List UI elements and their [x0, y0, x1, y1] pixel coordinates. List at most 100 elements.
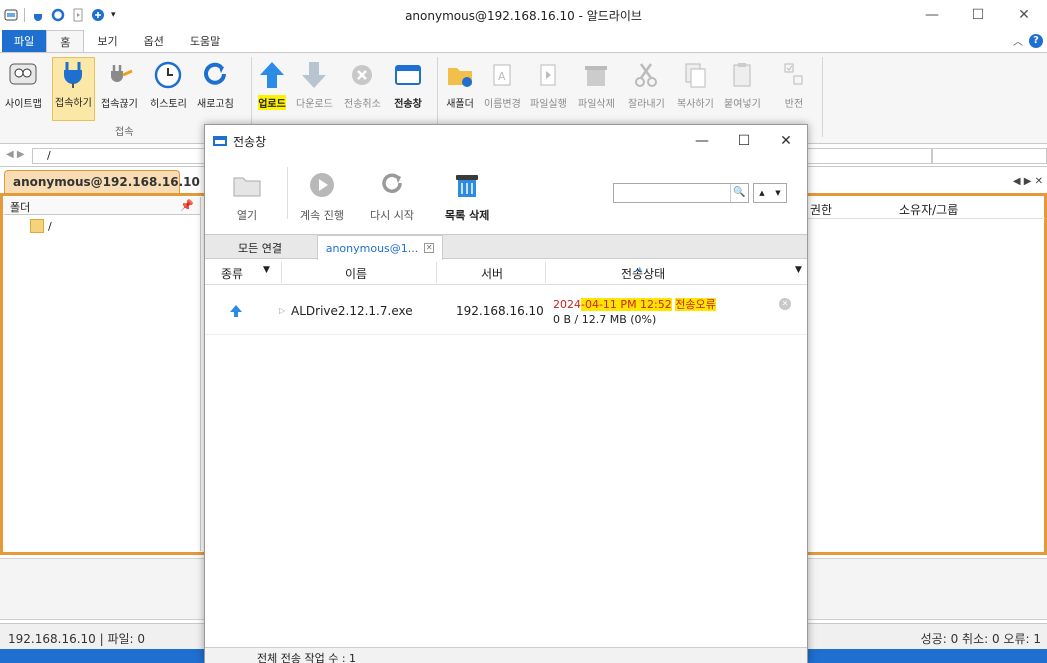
invert-icon	[784, 63, 803, 85]
search-input[interactable]	[932, 148, 1047, 164]
divider	[545, 262, 546, 283]
search-icon[interactable]: 🔍	[730, 184, 748, 202]
sitemap-button[interactable]: 사이트맵	[5, 59, 42, 110]
header-name[interactable]: 이름	[345, 265, 367, 282]
download-button[interactable]: 다운로드	[296, 59, 333, 110]
tab-file[interactable]: 파일	[2, 30, 47, 52]
header-type[interactable]: 종류	[221, 265, 243, 282]
table-row[interactable]: ▷ ALDrive2.12.1.7.exe 192.168.16.10 2024…	[205, 287, 807, 335]
tab-all-connections[interactable]: 모든 연결	[205, 235, 315, 260]
tree-root-item[interactable]: /	[30, 219, 200, 233]
cancel-item-icon[interactable]: ✕	[779, 298, 791, 310]
download-arrow-icon	[302, 62, 327, 88]
tab-home[interactable]: 홈	[46, 30, 85, 52]
status-error: 전송오류	[675, 298, 716, 311]
clear-list-button[interactable]: 목록 삭제	[445, 169, 489, 223]
folder-icon	[30, 219, 44, 233]
close-button[interactable]: ✕	[1001, 0, 1047, 30]
collapse-ribbon-icon[interactable]: ︿	[1013, 33, 1023, 48]
status-right: 성공: 0 취소: 0 오류: 1	[920, 632, 1041, 646]
app-icon	[4, 9, 18, 21]
close-tab-icon[interactable]: ✕	[424, 243, 435, 253]
run-icon	[540, 64, 556, 86]
tree-root-label: /	[48, 219, 52, 233]
resume-button[interactable]: 계속 진행	[300, 169, 344, 223]
customize-dropdown-icon[interactable]: ▾	[111, 10, 116, 20]
trash-icon	[456, 175, 479, 197]
refresh-button[interactable]: 새로고침	[197, 59, 234, 110]
type-filter-icon[interactable]: ▼	[263, 265, 270, 275]
copy-icon	[685, 63, 706, 88]
cut-button[interactable]: 잘라내기	[628, 59, 665, 110]
paste-button[interactable]: 붙여넣기	[724, 59, 761, 110]
add-icon[interactable]	[91, 8, 105, 22]
connect-icon[interactable]	[31, 8, 45, 22]
dialog-search-input[interactable]: 🔍	[613, 183, 749, 203]
ribbon-tabs: 파일 홈 보기 옵션 도움말 ︿ ?	[0, 30, 1047, 52]
tab-view[interactable]: 보기	[84, 30, 130, 52]
trash-icon	[585, 66, 608, 86]
divider	[805, 218, 1045, 219]
delete-file-button[interactable]: 파일삭제	[578, 59, 615, 110]
transfer-table-header: 종류 ▼ 이름 서버 ▲ 전송상태 ▼	[205, 260, 807, 285]
cancel-icon	[352, 65, 373, 85]
svg-text:A: A	[498, 70, 506, 83]
transfer-dialog: 전송창 — ☐ ✕ 열기 계속 진행 다시 시작 목록 삭제 🔍 ▲ ▼ 모든 …	[204, 124, 808, 663]
tab-session[interactable]: anonymous@1... ✕	[317, 235, 443, 260]
restart-icon	[382, 173, 402, 193]
tab-scroll-icon[interactable]: ◀ ▶ ✕	[1013, 176, 1043, 187]
connect-button[interactable]: 접속하기	[52, 57, 95, 121]
dialog-close-button[interactable]: ✕	[765, 125, 807, 157]
site-tab[interactable]: anonymous@192.168.16.10	[4, 170, 200, 194]
header-status[interactable]: 전송상태	[621, 265, 665, 282]
paste-icon	[733, 63, 751, 87]
maximize-button[interactable]: ☐	[955, 0, 1001, 30]
cancel-transfer-button[interactable]: 전송취소	[344, 59, 381, 110]
window-icon	[395, 65, 421, 85]
invert-selection-button[interactable]: 반전	[778, 59, 810, 110]
copy-button[interactable]: 복사하기	[677, 59, 714, 110]
folder-open-icon	[233, 177, 261, 197]
rename-button[interactable]: A 이름변경	[484, 59, 521, 110]
run-file-button[interactable]: 파일실행	[530, 59, 567, 110]
unplug-icon	[111, 65, 134, 82]
expand-icon[interactable]: ▷	[279, 306, 285, 315]
tab-options[interactable]: 옵션	[131, 30, 177, 52]
dialog-maximize-button[interactable]: ☐	[723, 125, 765, 157]
open-button[interactable]: 열기	[231, 169, 263, 223]
transfer-status-line: 2024-04-11 PM 12:52 전송오류	[553, 296, 716, 312]
clock-icon	[155, 61, 182, 89]
file-icon[interactable]	[71, 8, 85, 22]
refresh-icon[interactable]	[51, 8, 65, 22]
column-permission[interactable]: 권한	[810, 201, 832, 218]
new-folder-icon	[448, 68, 472, 87]
navigate-stepper[interactable]: ▲ ▼	[753, 183, 787, 203]
header-server[interactable]: 서버	[481, 265, 503, 282]
up-arrow-icon[interactable]: ▲	[759, 189, 764, 197]
transfer-window-button[interactable]: 전송창	[392, 59, 424, 110]
upload-button[interactable]: 업로드	[256, 59, 288, 110]
group-divider	[822, 57, 823, 137]
help-icon[interactable]: ?	[1029, 33, 1043, 48]
restart-button[interactable]: 다시 시작	[370, 169, 414, 223]
column-menu-icon[interactable]: ▼	[795, 265, 802, 275]
dialog-toolbar: 열기 계속 진행 다시 시작 목록 삭제 🔍 ▲ ▼	[205, 157, 807, 233]
refresh-icon	[204, 62, 227, 85]
minimize-button[interactable]: —	[909, 0, 955, 30]
divider	[281, 262, 282, 283]
dialog-minimize-button[interactable]: —	[681, 125, 723, 157]
play-icon	[309, 173, 334, 197]
plug-icon	[64, 62, 83, 88]
nav-back-forward-icon[interactable]: ◀ ▶	[6, 149, 25, 160]
column-owner[interactable]: 소유자/그룹	[899, 201, 958, 218]
quick-access-toolbar: ▾	[0, 8, 116, 22]
disconnect-button[interactable]: 접속끊기	[101, 59, 138, 110]
pin-icon[interactable]: 📌	[180, 199, 194, 212]
dialog-footer: 전체 전송 작업 수 : 1	[205, 647, 807, 663]
history-button[interactable]: 히스토리	[150, 59, 187, 110]
tab-help[interactable]: 도움말	[177, 30, 233, 52]
down-arrow-icon[interactable]: ▼	[775, 189, 780, 197]
new-folder-button[interactable]: 새폴더	[444, 59, 476, 110]
upload-arrow-icon	[230, 305, 242, 317]
server-address: 192.168.16.10	[456, 304, 544, 318]
